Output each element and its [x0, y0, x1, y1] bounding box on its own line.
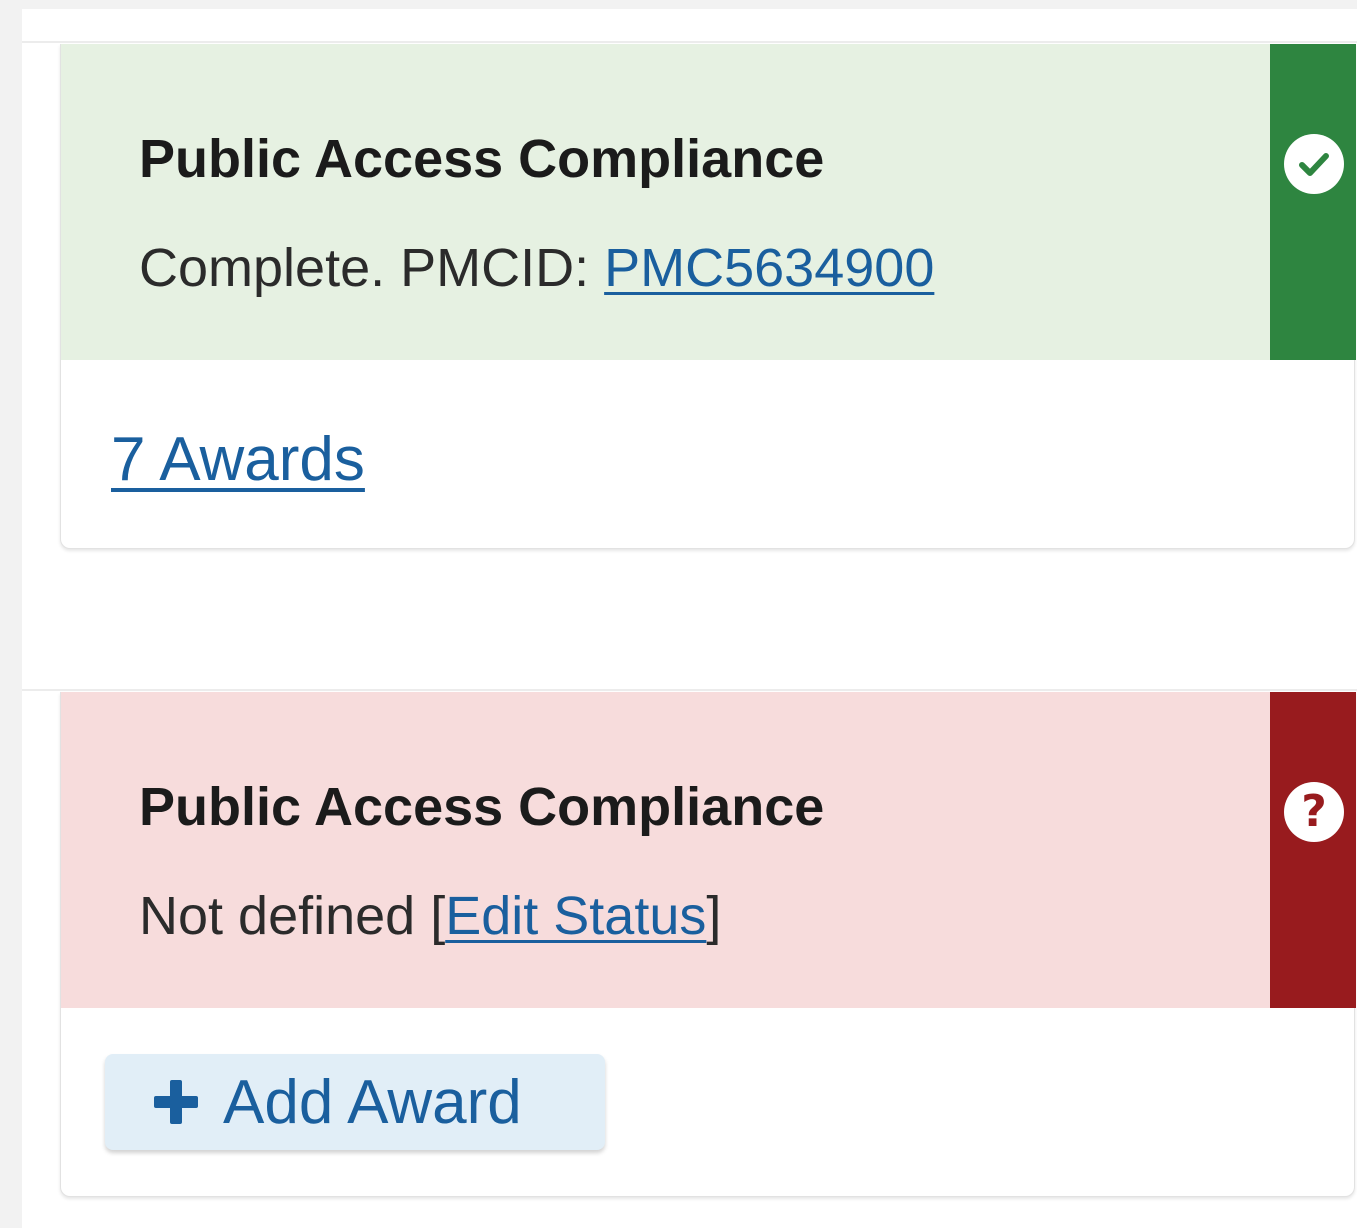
- left-gutter: [0, 0, 22, 1228]
- status-indicator-bar: [1270, 44, 1356, 360]
- compliance-card-not-defined: Public Access Compliance Not defined [Ed…: [60, 692, 1356, 1197]
- edit-status-link[interactable]: Edit Status: [445, 886, 706, 946]
- compliance-status-panel: Public Access Compliance Complete. PMCID…: [61, 44, 1270, 360]
- status-prefix: Not defined: [139, 886, 431, 946]
- section-divider: [22, 41, 1357, 43]
- question-mark-glyph: ?: [1301, 786, 1327, 837]
- compliance-title: Public Access Compliance: [139, 129, 825, 189]
- add-award-button[interactable]: Add Award: [105, 1054, 605, 1150]
- compliance-title: Public Access Compliance: [139, 777, 825, 837]
- pmcid-link[interactable]: PMC5634900: [604, 238, 934, 298]
- add-award-label: Add Award: [223, 1067, 522, 1137]
- status-indicator-bar: ?: [1270, 692, 1356, 1008]
- compliance-status-text: Not defined [Edit Status]: [139, 885, 721, 947]
- plus-icon: [151, 1077, 201, 1127]
- status-prefix: Complete. PMCID:: [139, 238, 605, 298]
- compliance-status-panel: Public Access Compliance Not defined [Ed…: [61, 692, 1270, 1008]
- top-strip: [0, 0, 1357, 9]
- compliance-card-complete: Public Access Compliance Complete. PMCID…: [60, 44, 1356, 549]
- bracket-open: [: [430, 886, 446, 946]
- section-divider: [22, 689, 1357, 691]
- question-circle-icon: ?: [1284, 782, 1344, 842]
- bracket-close: ]: [706, 886, 722, 946]
- awards-link[interactable]: 7 Awards: [111, 424, 365, 495]
- compliance-status-text: Complete. PMCID: PMC5634900: [139, 237, 934, 299]
- check-circle-icon: [1284, 134, 1344, 194]
